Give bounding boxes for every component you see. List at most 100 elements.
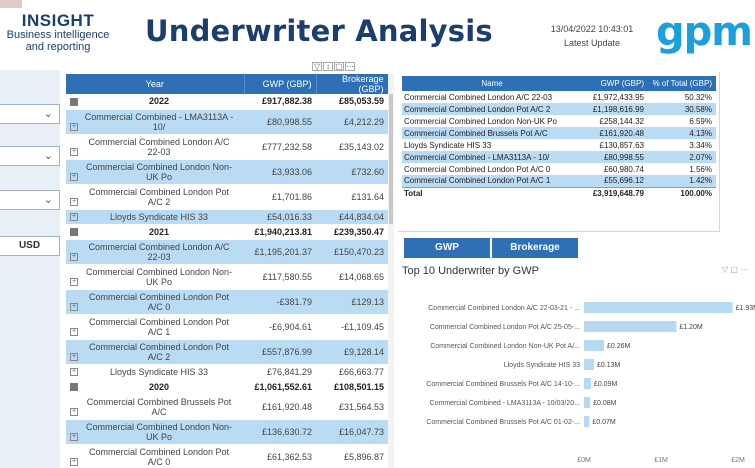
filter-dropdown-1[interactable]: ⌄ [0,104,60,124]
table-row[interactable]: + Commercial Combined London A/C 22-03 £1,… [66,239,388,265]
table-row[interactable]: + Lloyds Syndicate HIS 33 £76,841.29 £66,66… [66,364,388,380]
table-row[interactable]: + Commercial Combined London Non-UK Po £3,… [66,159,388,185]
collapse-icon[interactable] [70,228,78,237]
bar[interactable] [584,359,595,370]
category-label: Commercial Combined London Pot A/C 25-05… [430,324,580,331]
table-row[interactable]: Commercial Combined London A/C 22-03 £1,9… [402,91,716,103]
expand-icon[interactable]: + [70,213,78,222]
filter-icon[interactable]: ▽ [312,62,322,71]
gwp-cell: £55,696.12 [580,175,648,187]
table-row[interactable]: Lloyds Syndicate HIS 33 £130,857.63 3.34% [402,139,716,151]
expand-icon[interactable]: + [70,433,78,442]
bar[interactable] [584,378,591,389]
expand-icon[interactable]: + [70,353,78,362]
gwp-cell: £76,841.29 [244,364,316,380]
filter-dropdown-3[interactable]: ⌄ [0,190,60,210]
expand-icon[interactable]: + [70,368,78,377]
brand-name: INSIGHT [21,11,95,30]
bar[interactable] [584,397,591,408]
expand-icon[interactable]: + [70,278,78,287]
table-row[interactable]: + Lloyds Syndicate HIS 33 £54,016.33 £44,83… [66,209,388,225]
table-row[interactable]: + Commercial Combined London Pot A/C 2 £55… [66,339,388,365]
expand-icon[interactable]: + [70,148,78,157]
bar[interactable] [584,416,590,427]
x-tick-label: £1M [654,457,668,464]
gwp-cell: £1,061,552.61 [244,379,316,395]
gwp-cell: £130,857.63 [599,140,645,150]
report-header: INSIGHT Business intelligence and report… [0,0,755,68]
last-update-label: Latest Update [563,38,621,48]
name-table-header: Name GWP (GBP) % of Total (GBP) [402,76,716,91]
column-header-gwp[interactable]: GWP (GBP) [244,74,317,94]
year-row[interactable]: 2022 £917,882.38 £85,053.59 [66,94,388,110]
table-row[interactable]: + Commercial Combined - LMA3113A - 10/ £80… [66,109,388,135]
row-label-cell: + Commercial Combined - LMA3113A - 10/ [66,109,244,135]
brokerage-cell: £35,143.02 [316,134,388,160]
filter-icon[interactable]: ▽ [722,265,728,274]
tab-brokerage[interactable]: Brokerage [492,238,578,258]
table-row[interactable]: Commercial Combined - LMA3113A - 10/£80,… [402,151,716,163]
year-row[interactable]: 2020 £1,061,552.61 £108,501.15 [66,379,388,395]
currency-button[interactable]: USD [0,236,60,256]
filter-dropdown-2[interactable]: ⌄ [0,146,60,166]
gwp-cell: £60,980.74 [603,164,644,174]
table-row[interactable]: + Commercial Combined London A/C 22-03 £77… [66,134,388,160]
bar[interactable] [584,340,605,351]
column-header-gwp[interactable]: GWP (GBP) [580,76,648,91]
table-row[interactable]: + Commercial Combined London Non-UK Po £13… [66,419,388,445]
data-label: £0.08M [593,400,617,407]
more-icon[interactable]: ⋯ [345,62,355,71]
table-row[interactable]: + Commercial Combined London Pot A/C 1 -£6… [66,314,388,340]
column-header-brokerage[interactable]: Brokerage (GBP) [316,74,389,94]
expand-icon[interactable]: + [70,253,78,262]
expand-icon[interactable]: + [70,173,78,182]
bar[interactable] [584,302,733,313]
gwp-cell: £54,016.33 [244,209,316,225]
expand-icon[interactable]: + [70,123,78,132]
table-row[interactable]: Commercial Combined Brussels Pot A/C £161… [402,127,716,139]
column-header-year[interactable]: Year [66,74,245,94]
scrollbar-thumb[interactable] [389,94,393,224]
matrix-scrollbar[interactable] [388,74,394,468]
expand-icon[interactable]: ▢ [730,265,738,274]
table-row[interactable]: Commercial Combined London Non-UK Po £258… [402,115,716,127]
name-cell: Commercial Combined London Non-UK Po [404,116,557,126]
collapse-icon[interactable] [70,383,78,392]
row-label: Lloyds Syndicate HIS 33 [109,211,209,222]
row-label: Commercial Combined London Pot A/C 1 [88,316,230,337]
chevron-down-icon: ⌄ [43,194,53,206]
focus-icon[interactable]: ▢ [334,62,344,71]
expand-icon[interactable]: + [70,408,78,417]
column-header-pct-total[interactable]: % of Total (GBP) [648,76,716,91]
total-gwp: £3,919,648.79 [580,186,648,199]
chevron-down-icon: ⌄ [43,108,53,120]
table-row[interactable]: + Commercial Combined London Pot A/C 0 -£3… [66,289,388,315]
row-label-cell: 2021 [66,224,244,240]
table-row[interactable]: + Commercial Combined Brussels Pot A/C £16… [66,394,388,420]
table-row[interactable]: + Commercial Combined London Non-UK Po £11… [66,264,388,290]
brokerage-cell: £4,212.29 [316,109,388,135]
expand-icon[interactable]: + [70,198,78,207]
more-icon[interactable]: ⋯ [740,265,748,274]
row-label: 2022 [148,96,170,107]
expand-icon[interactable]: + [70,303,78,312]
expand-icon[interactable]: + [70,458,78,467]
table-row[interactable]: + Commercial Combined London Pot A/C 0 £61… [66,444,388,468]
column-header-name[interactable]: Name [402,76,580,91]
year-row[interactable]: 2021 £1,940,213.81 £239,350.47 [66,224,388,240]
expand-icon[interactable]: ↕ [323,62,333,71]
table-row[interactable]: Commercial Combined London Pot A/C 0 £60,… [402,163,716,175]
table-row[interactable]: Commercial Combined London Pot A/C 1 £55,… [402,175,716,187]
table-row[interactable]: + Commercial Combined London Pot A/C 2 £1,… [66,184,388,210]
table-row[interactable]: Commercial Combined London Pot A/C 2 £1,1… [402,103,716,115]
row-label-cell: + Commercial Combined London Pot A/C 2 [66,339,244,365]
brokerage-cell: £108,501.15 [316,379,388,395]
brokerage-cell: £85,053.59 [316,94,388,110]
bar[interactable] [584,321,677,332]
pct-cell: 1.56% [689,164,712,174]
collapse-icon[interactable] [70,97,78,106]
expand-icon[interactable]: + [70,328,78,337]
pct-cell: 4.13% [648,127,716,139]
tab-gwp[interactable]: GWP [404,238,490,258]
row-label: Commercial Combined London Non-UK Po [85,421,233,442]
